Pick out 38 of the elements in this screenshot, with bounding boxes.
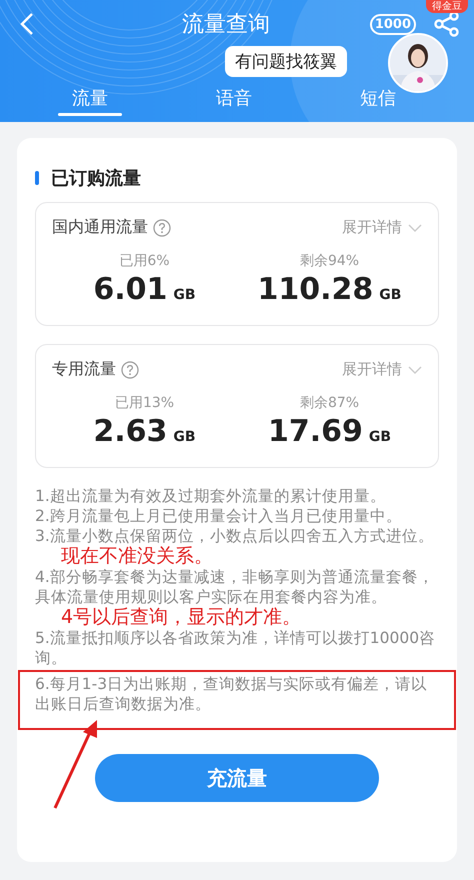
unit-label: GB — [173, 429, 196, 445]
unit-label: GB — [368, 429, 392, 445]
recharge-button[interactable]: 充流量 — [95, 754, 379, 802]
reward-badge[interactable]: 得金豆 — [426, 0, 468, 13]
used-amount: 2.63 — [93, 414, 168, 449]
note-text: 1.超出流量为有效及过期套外流量的累计使用量。 — [35, 487, 386, 505]
remaining-amount: 110.28 — [258, 272, 374, 307]
note-text: 2.跨月流量包上月已使用量会计入当月已使用量中。 — [35, 507, 402, 525]
note-text: 4.部分畅享套餐为达量减速，非畅享则为普通流量套餐，具体流量使用规则以客户实际在用套餐内容为准。 — [35, 568, 434, 606]
help-icon[interactable] — [153, 218, 171, 236]
section-title: 已订购流量 — [51, 167, 141, 190]
used-amount: 6.01 — [93, 272, 168, 307]
page-title: 流量查询 — [180, 11, 271, 39]
used-percent: 已用13% — [114, 394, 174, 412]
note-text: 3.流量小数点保留两位，小数点后以四舍五入方式进位。 — [35, 527, 434, 545]
expand-details-button[interactable]: 展开详情 — [342, 360, 422, 379]
help-icon[interactable] — [121, 360, 139, 378]
note-text: 5.流量抵扣顺序以各省政策为准，详情可以拨打10000咨询。 — [35, 629, 436, 667]
remaining-amount: 17.69 — [268, 414, 363, 449]
tab[interactable]: 短信 — [306, 86, 450, 116]
annotation-text: 4号以后查询，显示的才准。 — [61, 606, 302, 628]
unit-label: GB — [173, 287, 196, 303]
tab[interactable]: 流量 — [18, 86, 162, 116]
used-percent: 已用6% — [119, 252, 170, 270]
plan-name: 国内通用流量 — [52, 217, 148, 238]
chevron-icon — [408, 364, 422, 374]
annotation-text: 现在不准没关系。 — [61, 545, 213, 567]
share-icon[interactable] — [434, 11, 460, 37]
plan-name: 专用流量 — [52, 359, 116, 380]
unit-label: GB — [379, 287, 402, 303]
remaining-percent: 剩余87% — [300, 394, 360, 412]
help-bubble[interactable]: 有问题找筱翼 — [225, 46, 347, 77]
remaining-percent: 剩余94% — [300, 252, 360, 270]
tab[interactable]: 语音 — [162, 86, 306, 116]
chevron-icon — [408, 222, 422, 232]
expand-details-button[interactable]: 展开详情 — [342, 218, 422, 237]
section-marker — [35, 171, 39, 185]
note-text: 6.每月1-3日为出账期，查询数据与实际或有偏差，请以出账日后查询数据为准。 — [35, 675, 428, 713]
